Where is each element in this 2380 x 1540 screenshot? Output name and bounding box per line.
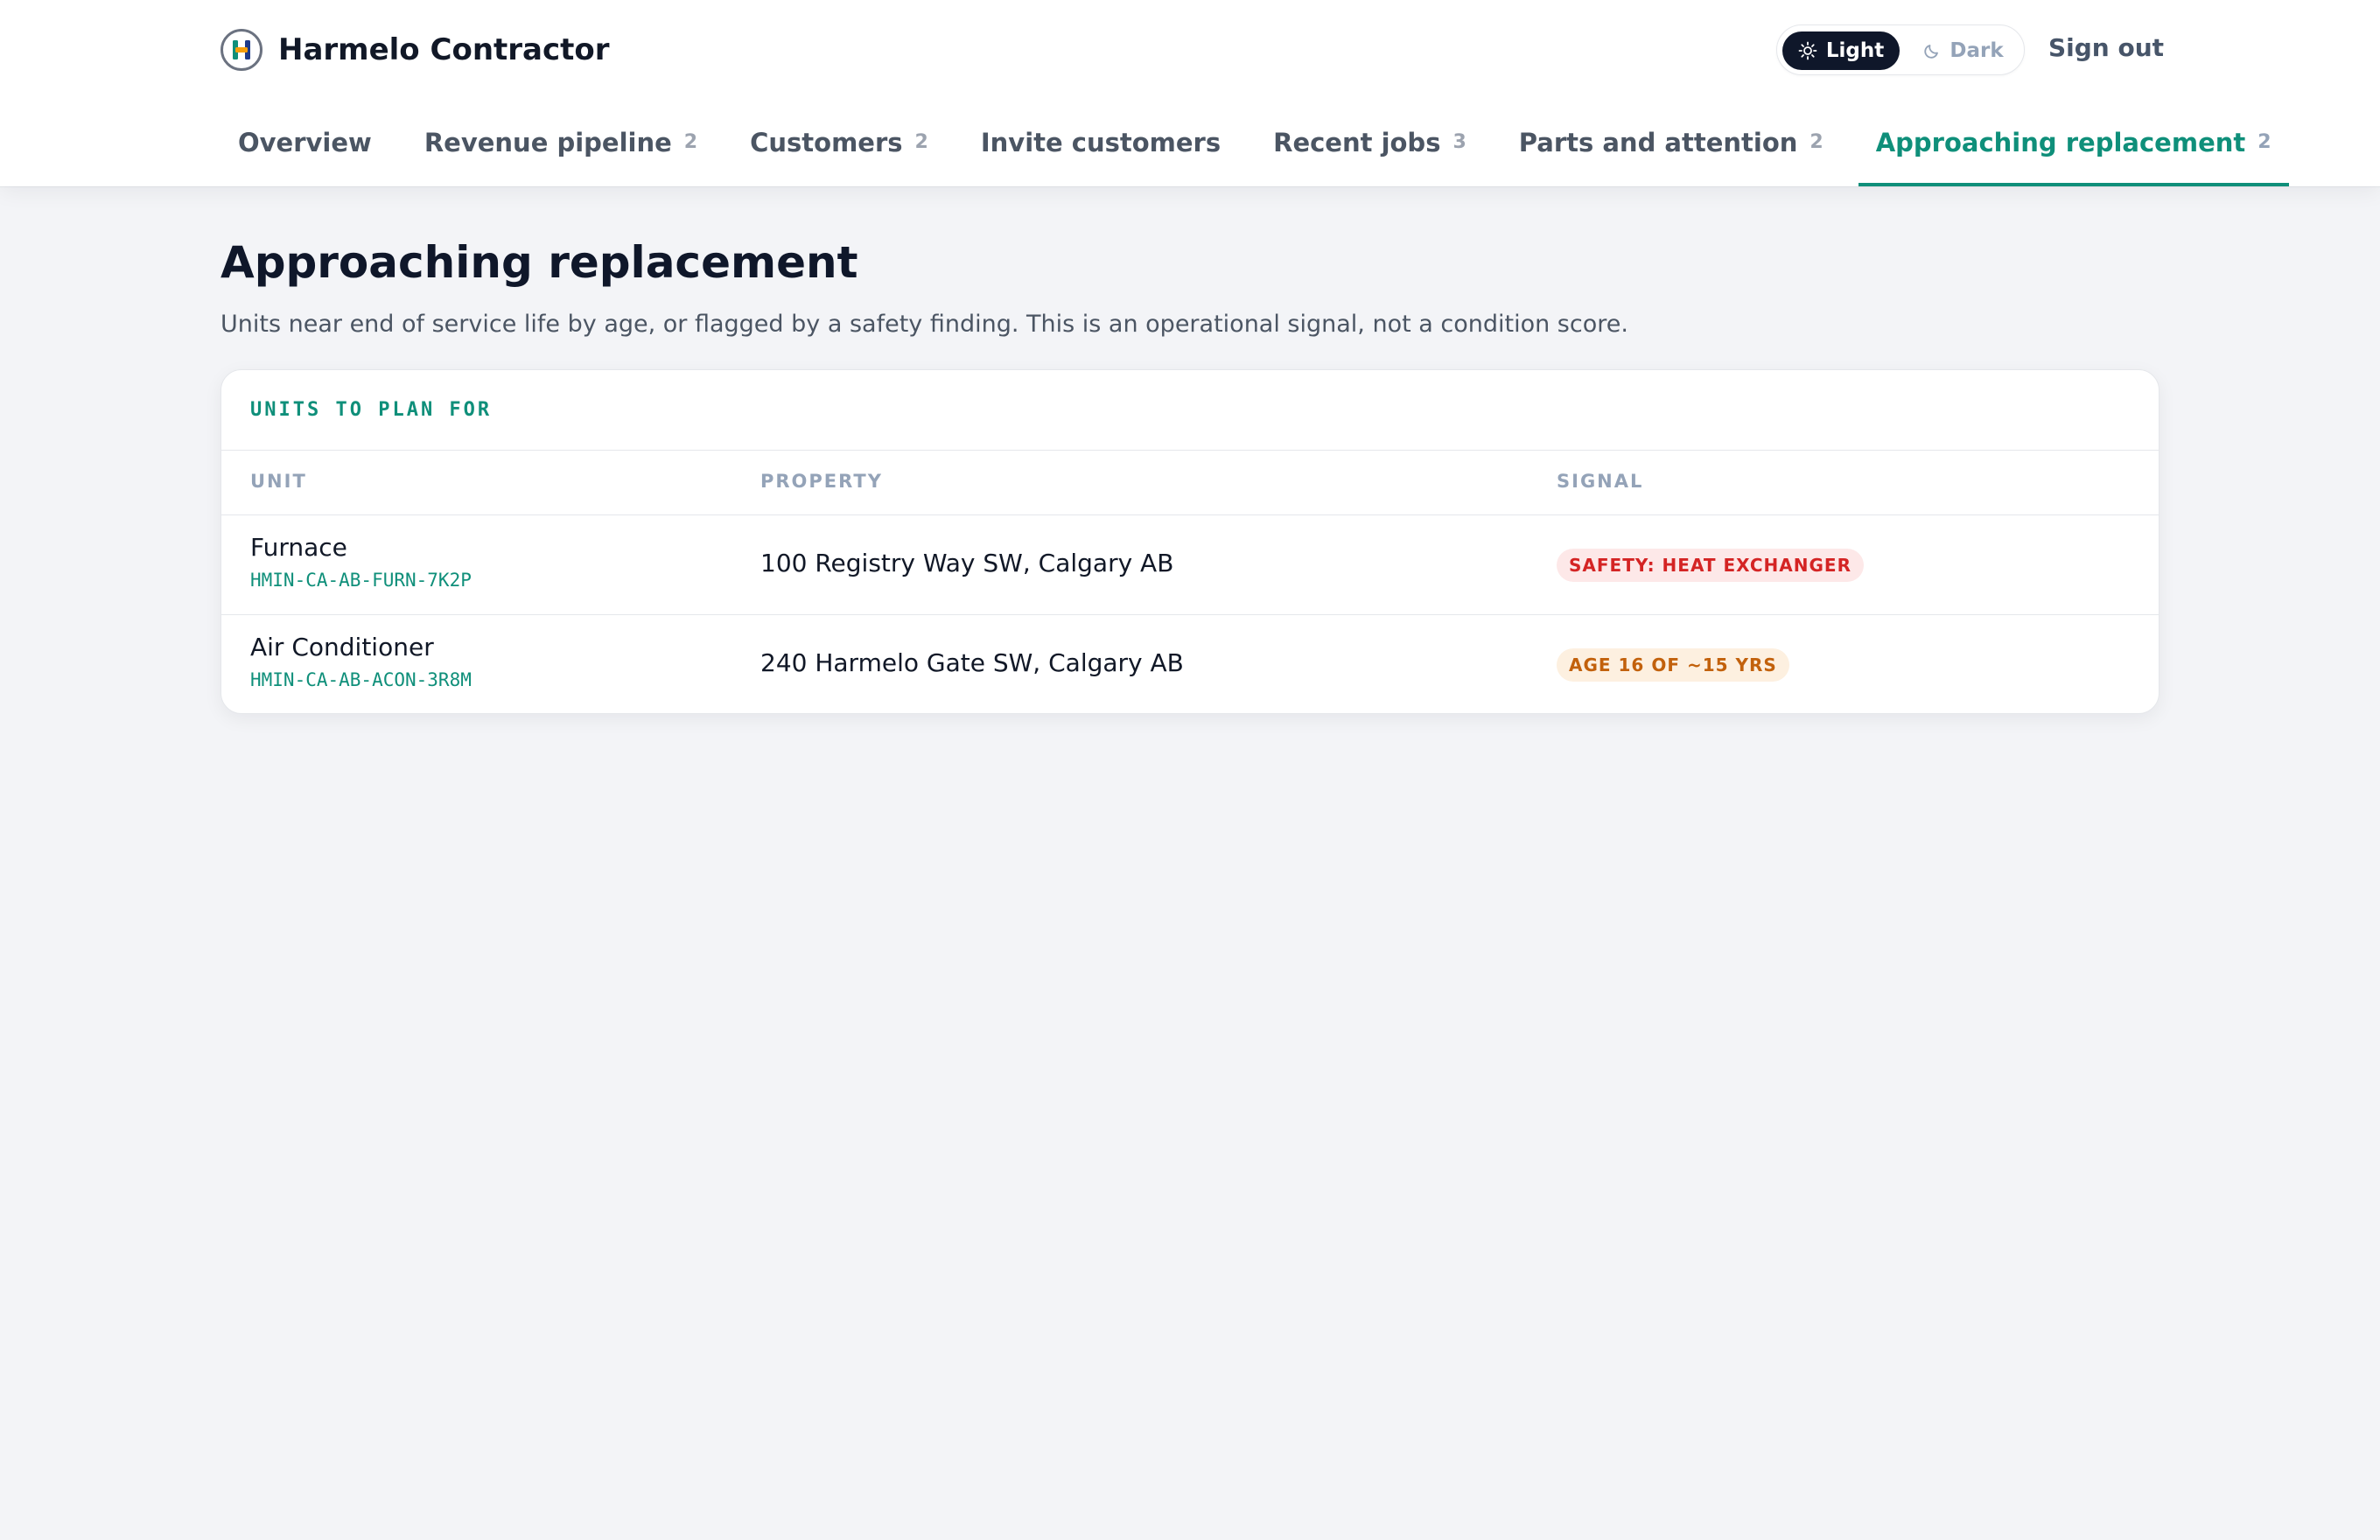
tab-approaching-replacement[interactable]: Approaching replacement 2 (1858, 105, 2289, 186)
unit-id: HMIN-CA-AB-FURN-7K2P (250, 570, 472, 591)
tab-recent-jobs[interactable]: Recent jobs 3 (1256, 105, 1484, 186)
table-row[interactable]: Air Conditioner HMIN-CA-AB-ACON-3R8M 240… (221, 615, 2159, 713)
tab-invite-customers[interactable]: Invite customers (963, 105, 1238, 186)
theme-dark-label: Dark (1950, 39, 2004, 62)
tab-parts-and-attention[interactable]: Parts and attention 2 (1502, 105, 1841, 186)
main-nav-tabs: Overview Revenue pipeline 2 Customers 2 … (220, 105, 2289, 186)
theme-light-option[interactable]: Light (1782, 32, 1900, 70)
tab-label: Approaching replacement (1875, 127, 2246, 158)
property-address: 100 Registry Way SW, Calgary AB (760, 549, 1174, 578)
tab-label: Revenue pipeline (424, 127, 672, 158)
tab-count: 2 (683, 131, 698, 153)
tab-label: Customers (750, 127, 903, 158)
column-header-signal: SIGNAL (1557, 471, 1644, 492)
tab-customers[interactable]: Customers 2 (732, 105, 946, 186)
unit-name: Furnace (250, 533, 347, 562)
column-header-unit: UNIT (250, 471, 307, 492)
signal-badge: SAFETY: HEAT EXCHANGER (1557, 549, 1864, 582)
page-subtitle: Units near end of service life by age, o… (220, 311, 1628, 338)
main-content: Approaching replacement Units near end o… (220, 236, 2160, 714)
property-address: 240 Harmelo Gate SW, Calgary AB (760, 648, 1184, 677)
tab-count: 2 (2258, 131, 2272, 153)
table-header: UNIT PROPERTY SIGNAL (221, 451, 2159, 515)
tab-count: 2 (1810, 131, 1824, 153)
sun-icon (1798, 41, 1817, 60)
brand[interactable]: Harmelo Contractor (220, 28, 610, 72)
harmelo-logo-icon (220, 29, 262, 71)
tab-label: Overview (238, 127, 372, 158)
theme-dark-option[interactable]: Dark (1908, 32, 2019, 70)
unit-name: Air Conditioner (250, 633, 434, 662)
tab-count: 2 (914, 131, 928, 153)
unit-id: HMIN-CA-AB-ACON-3R8M (250, 669, 472, 690)
tab-label: Parts and attention (1518, 127, 1798, 158)
column-header-property: PROPERTY (760, 471, 883, 492)
theme-toggle: Light Dark (1776, 24, 2025, 75)
app-name: Harmelo Contractor (278, 32, 610, 67)
signal-badge: AGE 16 OF ~15 YRS (1557, 648, 1789, 682)
tab-label: Invite customers (980, 127, 1222, 158)
app-header: Harmelo Contractor Light Dark Sign out O… (0, 0, 2380, 186)
sign-out-button[interactable]: Sign out (2048, 33, 2164, 62)
table-row[interactable]: Furnace HMIN-CA-AB-FURN-7K2P 100 Registr… (221, 515, 2159, 615)
moon-icon (1924, 45, 1939, 59)
tab-count: 3 (1452, 131, 1466, 153)
theme-light-label: Light (1825, 39, 1885, 62)
page-title: Approaching replacement (220, 237, 858, 288)
tab-label: Recent jobs (1273, 127, 1441, 158)
tab-overview[interactable]: Overview (220, 105, 389, 186)
units-card: UNITS TO PLAN FOR UNIT PROPERTY SIGNAL F… (220, 369, 2160, 714)
tab-revenue-pipeline[interactable]: Revenue pipeline 2 (407, 105, 715, 186)
card-title: UNITS TO PLAN FOR (221, 370, 2159, 451)
